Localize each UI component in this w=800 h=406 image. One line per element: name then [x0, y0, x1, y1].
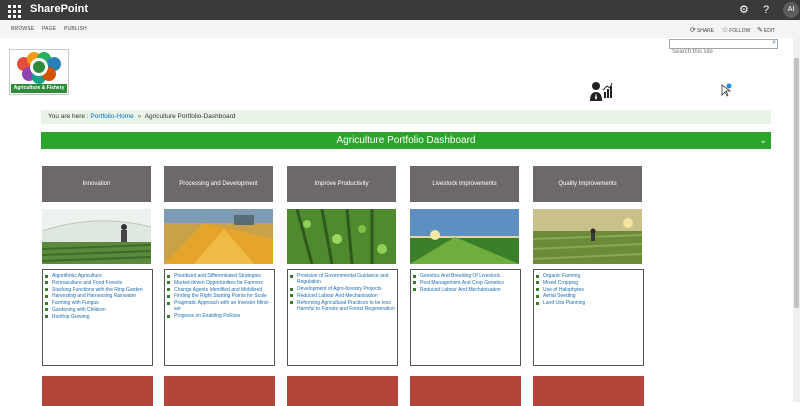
list-item[interactable]: Reduced Labour And Mechanisation: [290, 293, 395, 299]
list-item[interactable]: Pragmatic Approach with an Investor Mind…: [167, 300, 272, 312]
list-item[interactable]: Genetics And Breeding Of Livestock: [413, 273, 518, 279]
list-item[interactable]: Progress on Enabling Policies: [167, 313, 272, 319]
card-image-farmer-field: [533, 209, 642, 264]
list-item[interactable]: Reduced Labour And Mechanisation: [413, 287, 518, 293]
card-innovation: Innovation Algorithmic Agriculture Perma…: [42, 166, 153, 406]
chevron-down-icon[interactable]: ⌄: [759, 132, 767, 149]
card-title[interactable]: Processing and Development: [164, 166, 273, 202]
card-list: Provision of Governmental Guidance and R…: [287, 269, 398, 366]
tab-publish[interactable]: PUBLISH: [64, 26, 87, 32]
share-label: SHARE: [696, 28, 715, 34]
follow-button[interactable]: ☆FOLLOW: [722, 26, 750, 34]
breadcrumb: You are here : Portfolio-Home » Agricult…: [41, 110, 771, 124]
dashboard-analytics-icon[interactable]: [589, 80, 613, 102]
pencil-icon: ✎: [757, 27, 763, 34]
card-processing-development: Processing and Development Prioritized a…: [164, 166, 275, 406]
edit-label: EDIT: [763, 28, 776, 34]
scrollbar-thumb[interactable]: [794, 58, 799, 308]
list-item[interactable]: Harvesting and Harnessing Rainwater: [45, 293, 150, 299]
card-image-field-sunrise: [410, 209, 519, 264]
list-item[interactable]: Finding the Right Starting Points for Sc…: [167, 293, 272, 299]
list-item[interactable]: Use of Halophytes: [536, 287, 641, 293]
card-quality-improvements: Quality Improvements Organic Farming Mix…: [533, 166, 644, 406]
page-title: Agriculture Portfolio Dashboard: [336, 135, 476, 146]
card-image-seedlings: [287, 209, 396, 264]
card-improve-productivity: Improve Productivity Provision of Govern…: [287, 166, 398, 406]
card-image-greenhouse: [42, 209, 151, 264]
card-title[interactable]: Livestock improvements: [410, 166, 519, 202]
site-logo[interactable]: Agriculture & Fishery: [9, 49, 69, 95]
avatar[interactable]: AI: [783, 2, 799, 18]
suite-bar: SharePoint ⚙ ? AI: [0, 0, 800, 20]
dashboard-banner: Agriculture Portfolio Dashboard ⌄: [41, 132, 771, 149]
breadcrumb-prefix: You are here :: [48, 113, 89, 120]
card-title[interactable]: Quality Improvements: [533, 166, 642, 202]
search-input[interactable]: [670, 48, 766, 56]
list-item[interactable]: Stacking Functions with the Ring Garden: [45, 287, 150, 293]
logo-emblem-icon: [17, 52, 61, 84]
card-livestock-improvements: Livestock improvements Genetics And Bree…: [410, 166, 521, 406]
list-item[interactable]: Farming with Fungus: [45, 300, 150, 306]
card-title[interactable]: Innovation: [42, 166, 151, 202]
page-scrollbar[interactable]: [793, 38, 800, 402]
list-item[interactable]: Change Agents Identified and Mobilized: [167, 287, 272, 293]
card-list: Prioritized and Differentiated Strategie…: [164, 269, 275, 366]
list-item[interactable]: Provision of Governmental Guidance and R…: [290, 273, 395, 285]
list-item[interactable]: Algorithmic Agriculture: [45, 273, 150, 279]
breadcrumb-separator: »: [137, 113, 142, 120]
card-list: Organic Farming Mixed Cropping Use of Ha…: [533, 269, 644, 366]
search-box: ⌕: [669, 39, 778, 56]
search-icon[interactable]: ⌕: [772, 39, 776, 47]
list-item[interactable]: Prioritized and Differentiated Strategie…: [167, 273, 272, 279]
list-item[interactable]: Market-driven Opportunities for Farmers: [167, 280, 272, 286]
ribbon: BROWSE PAGE PUBLISH ⟳SHARE ☆FOLLOW ✎EDIT: [0, 20, 800, 38]
list-item[interactable]: Pest Management And Crop Genetics: [413, 280, 518, 286]
card-list: Genetics And Breeding Of Livestock Pest …: [410, 269, 521, 366]
waffle-icon[interactable]: [4, 0, 24, 20]
share-button[interactable]: ⟳SHARE: [690, 26, 714, 34]
follow-label: FOLLOW: [729, 28, 751, 34]
breadcrumb-current: Agriculture Portfolio-Dashboard: [144, 113, 236, 120]
list-item[interactable]: Land Use Planning: [536, 300, 641, 306]
logo-caption: Agriculture & Fishery: [11, 84, 67, 93]
app-name[interactable]: SharePoint: [30, 3, 88, 15]
tab-page[interactable]: PAGE: [42, 26, 56, 32]
list-item[interactable]: Rooftop Growing: [45, 314, 150, 320]
list-item[interactable]: Reforming Agricultural Practices to be l…: [290, 300, 395, 312]
pointer-icon[interactable]: [720, 83, 732, 97]
list-item[interactable]: Aerial Seeding: [536, 293, 641, 299]
card-list: Algorithmic Agriculture Permaculture and…: [42, 269, 153, 366]
card-image-grain: [164, 209, 273, 264]
help-icon[interactable]: ?: [763, 2, 769, 18]
gear-icon[interactable]: ⚙: [739, 2, 749, 18]
breadcrumb-home-link[interactable]: Portfolio-Home: [90, 113, 133, 120]
edit-button[interactable]: ✎EDIT: [757, 26, 775, 34]
tab-browse[interactable]: BROWSE: [11, 26, 34, 32]
list-item[interactable]: Mixed Cropping: [536, 280, 641, 286]
list-item[interactable]: Development of Agro-forestry Projects: [290, 286, 395, 292]
list-item[interactable]: Organic Farming: [536, 273, 641, 279]
card-title[interactable]: Improve Productivity: [287, 166, 396, 202]
star-icon: ☆: [722, 27, 729, 34]
list-item[interactable]: Gardening with Children: [45, 307, 150, 313]
share-icon: ⟳: [690, 27, 696, 34]
list-item[interactable]: Permaculture and Food Forests: [45, 280, 150, 286]
